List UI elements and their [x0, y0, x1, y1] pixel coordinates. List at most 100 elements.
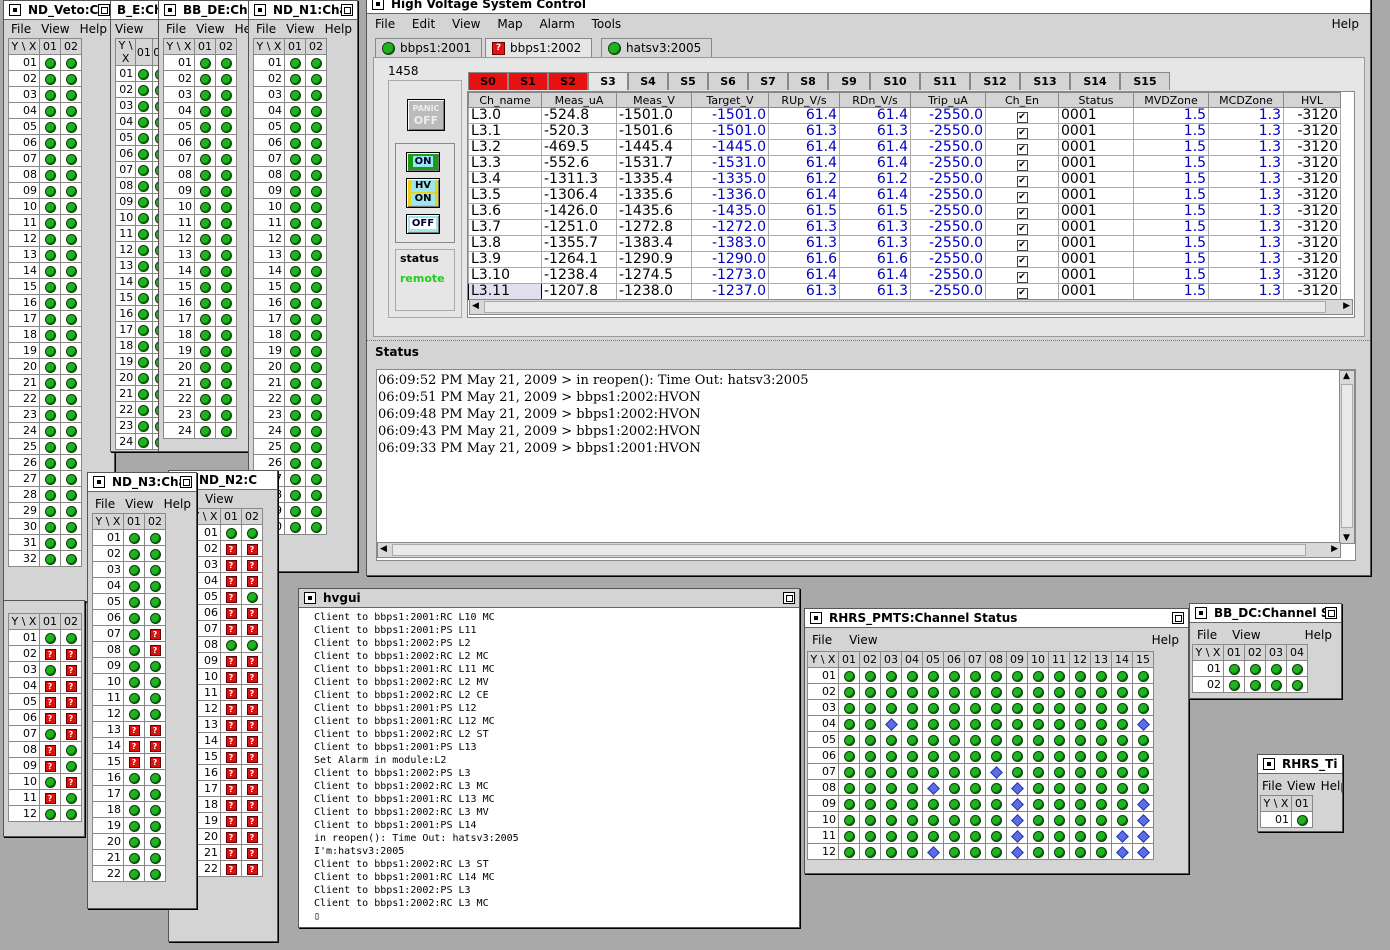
channel-cell-ok[interactable]: [284, 358, 306, 375]
panic-off-button[interactable]: PANIC OFF: [407, 99, 445, 131]
channel-cell-ok[interactable]: [135, 161, 153, 178]
table-cell[interactable]: -2550.0: [910, 123, 986, 140]
channel-cell-ok[interactable]: [880, 731, 902, 748]
channel-cell-ok[interactable]: [215, 246, 237, 263]
channel-cell-ok[interactable]: [1027, 843, 1049, 860]
channel-cell-ok[interactable]: [1069, 731, 1091, 748]
channel-cell-ok[interactable]: [1090, 747, 1112, 764]
channel-cell-ok[interactable]: [1111, 747, 1133, 764]
channel-cell-ok[interactable]: [135, 145, 153, 162]
channel-cell-ok[interactable]: [135, 385, 153, 402]
table-cell[interactable]: ✔: [985, 187, 1059, 204]
splitter[interactable]: [367, 340, 1370, 345]
channel-cell-ok[interactable]: [838, 715, 860, 732]
channel-cell-ok[interactable]: [215, 70, 237, 87]
channel-cell-ok[interactable]: [305, 198, 327, 215]
channel-cell-ok[interactable]: [144, 833, 166, 850]
channel-cell-off[interactable]: [1111, 827, 1133, 844]
channel-cell-alarm[interactable]: ?: [60, 725, 82, 742]
channel-cell-ok[interactable]: [1048, 827, 1070, 844]
channel-cell-ok[interactable]: [838, 683, 860, 700]
channel-cell-ok[interactable]: [838, 843, 860, 860]
channel-cell-ok[interactable]: [144, 689, 166, 706]
menu-edit[interactable]: Edit: [412, 17, 435, 31]
channel-cell-ok[interactable]: [284, 454, 306, 471]
channel-cell-ok[interactable]: [39, 534, 61, 551]
channel-cell-alarm[interactable]: ?: [220, 652, 242, 669]
channel-cell-ok[interactable]: [194, 150, 216, 167]
channel-cell-alarm[interactable]: ?: [241, 796, 263, 813]
menu-view[interactable]: View: [286, 22, 314, 36]
menu-help[interactable]: Help: [1321, 779, 1342, 793]
channel-cell-ok[interactable]: [1006, 731, 1028, 748]
channel-cell-ok[interactable]: [284, 342, 306, 359]
channel-cell-ok[interactable]: [964, 731, 986, 748]
channel-cell-ok[interactable]: [305, 54, 327, 71]
maximize-icon[interactable]: [1172, 612, 1184, 624]
column-header-rdn-v-s[interactable]: RDn_V/s: [839, 92, 911, 108]
channel-cell-ok[interactable]: [60, 486, 82, 503]
channel-cell-ok[interactable]: [123, 769, 145, 786]
channel-cell-ok[interactable]: [859, 795, 881, 812]
channel-cell-ok[interactable]: [135, 289, 153, 306]
channel-cell-ok[interactable]: [1027, 779, 1049, 796]
table-cell[interactable]: -1290.9: [616, 251, 692, 268]
table-cell[interactable]: ✔: [985, 283, 1059, 300]
table-cell[interactable]: 61.3: [839, 219, 911, 236]
channel-cell-ok[interactable]: [60, 214, 82, 231]
menu-view[interactable]: View: [125, 497, 153, 511]
channel-enable-checkbox[interactable]: ✔: [1016, 128, 1028, 139]
channel-cell-ok[interactable]: [135, 129, 153, 146]
channel-cell-ok[interactable]: [1069, 667, 1091, 684]
channel-cell-ok[interactable]: [215, 230, 237, 247]
channel-cell-ok[interactable]: [39, 326, 61, 343]
channel-cell-ok[interactable]: [194, 198, 216, 215]
table-cell[interactable]: -2550.0: [910, 107, 986, 124]
column-header-target-v[interactable]: Target_V: [691, 92, 769, 108]
table-cell[interactable]: -1272.8: [616, 219, 692, 236]
table-cell[interactable]: -1335.4: [616, 171, 692, 188]
table-cell[interactable]: L3.5: [468, 187, 542, 204]
channel-cell-ok[interactable]: [194, 70, 216, 87]
channel-cell-ok[interactable]: [305, 374, 327, 391]
table-cell[interactable]: -3120: [1283, 187, 1341, 204]
table-cell[interactable]: ✔: [985, 171, 1059, 188]
channel-cell-ok[interactable]: [1111, 715, 1133, 732]
status-hscrollbar[interactable]: ◀ ▶: [377, 542, 1341, 558]
channel-cell-off[interactable]: [1006, 811, 1028, 828]
channel-cell-off[interactable]: [880, 715, 902, 732]
channel-cell-ok[interactable]: [39, 406, 61, 423]
channel-cell-ok[interactable]: [39, 518, 61, 535]
channel-cell-alarm[interactable]: ?: [220, 860, 242, 877]
channel-cell-alarm[interactable]: ?: [220, 700, 242, 717]
channel-cell-ok[interactable]: [284, 406, 306, 423]
channel-cell-ok[interactable]: [1027, 715, 1049, 732]
channel-cell-ok[interactable]: [194, 102, 216, 119]
table-cell[interactable]: 0001: [1058, 219, 1134, 236]
maximize-icon[interactable]: [1325, 607, 1337, 619]
channel-cell-ok[interactable]: [305, 102, 327, 119]
channel-cell-ok[interactable]: [39, 438, 61, 455]
channel-cell-ok[interactable]: [859, 747, 881, 764]
channel-cell-ok[interactable]: [194, 214, 216, 231]
table-cell[interactable]: 1.3: [1208, 203, 1284, 220]
status-vscrollbar[interactable]: ▲ ▼: [1339, 370, 1355, 544]
window-menu-icon[interactable]: [810, 612, 822, 624]
table-cell[interactable]: 1.5: [1133, 139, 1209, 156]
channel-cell-ok[interactable]: [1006, 747, 1028, 764]
channel-cell-ok[interactable]: [1090, 827, 1112, 844]
table-cell[interactable]: ✔: [985, 155, 1059, 172]
channel-cell-ok[interactable]: [135, 241, 153, 258]
channel-cell-ok[interactable]: [60, 150, 82, 167]
table-cell[interactable]: -1435.6: [616, 203, 692, 220]
table-cell[interactable]: 61.4: [839, 139, 911, 156]
channel-cell-ok[interactable]: [985, 699, 1007, 716]
channel-cell-ok[interactable]: [194, 134, 216, 151]
channel-cell-ok[interactable]: [838, 763, 860, 780]
channel-cell-ok[interactable]: [859, 667, 881, 684]
table-cell[interactable]: -1335.0: [691, 171, 769, 188]
channel-cell-ok[interactable]: [305, 406, 327, 423]
channel-cell-ok[interactable]: [39, 230, 61, 247]
table-cell[interactable]: 61.3: [839, 283, 911, 300]
slot-tab-s12[interactable]: S12: [970, 72, 1020, 90]
